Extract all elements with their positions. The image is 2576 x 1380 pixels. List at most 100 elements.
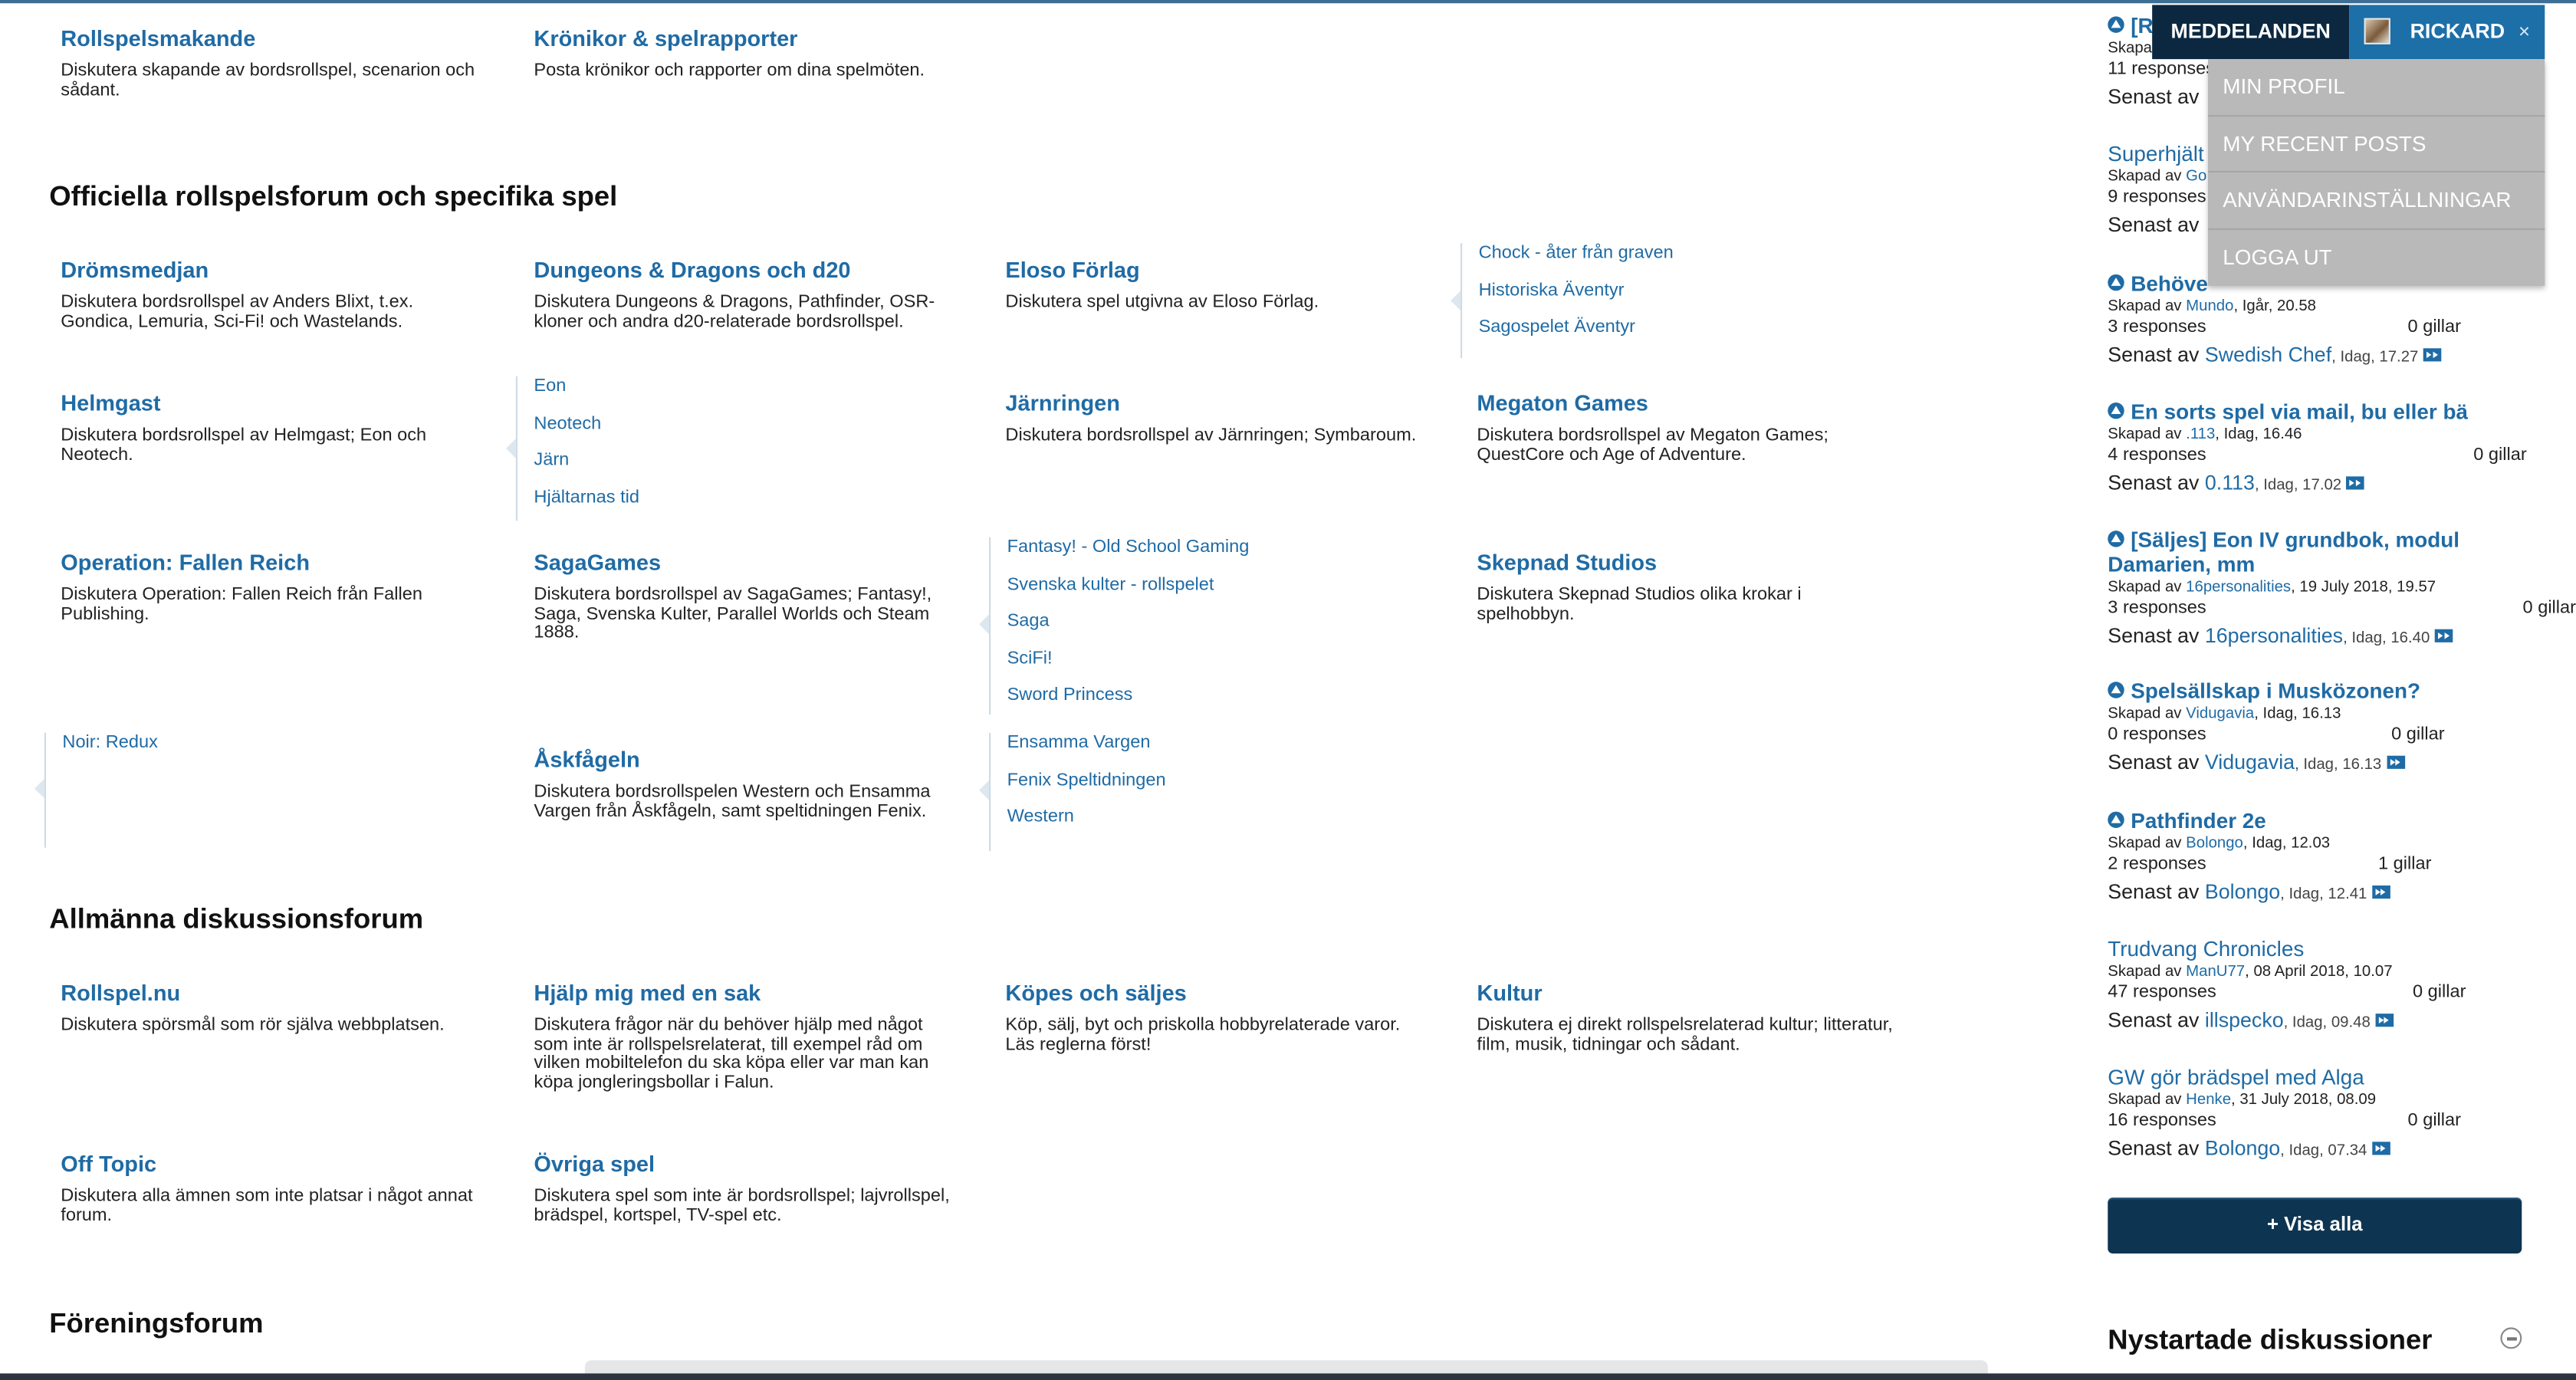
forum-card: Drömsmedjan Diskutera bordsrollspel av A… (61, 258, 479, 331)
thread-last-post: Senast av Vidugavia, Idag, 16.13 (2108, 749, 2526, 779)
thread-meta: Skapad av Bolongo, Idag, 12.03 (2108, 834, 2331, 853)
forum-title-link[interactable]: Kultur (1477, 981, 1895, 1007)
menu-item-profile[interactable]: MIN PROFIL (2208, 59, 2545, 117)
subforum-link[interactable]: Noir: Redux (62, 733, 157, 770)
jump-to-last-icon[interactable] (2434, 629, 2453, 642)
thread-responses: 3 responses (2108, 598, 2206, 618)
subforum-link[interactable]: Hjältarnas tid (534, 487, 639, 524)
thread-author-link[interactable]: Bolongo (2186, 835, 2243, 853)
thread-author-link[interactable]: Mundo (2186, 297, 2233, 316)
thread-last-post: Senast av 16personalities, Idag, 16.40 (2108, 623, 2526, 652)
user-menu-button[interactable]: RICKARD × (2349, 5, 2545, 60)
close-icon[interactable]: × (2518, 5, 2530, 59)
last-poster-link[interactable]: Bolongo (2205, 881, 2280, 904)
subforum-link[interactable]: SciFi! (1007, 648, 1250, 685)
forum-card: Hjälp mig med en sak Diskutera frågor nä… (534, 981, 952, 1092)
thread-stats: 16 responses 0 gillar (2108, 1111, 2526, 1132)
pin-icon (2108, 274, 2124, 291)
jump-to-last-icon[interactable] (2423, 348, 2442, 362)
subforum-link[interactable]: Neotech (534, 413, 639, 450)
thread-likes: 0 gillar (2407, 1110, 2461, 1131)
forum-title-link[interactable]: Rollspelsmakande (61, 26, 479, 52)
forum-title-link[interactable]: Drömsmedjan (61, 258, 479, 284)
subforum-link[interactable]: Chock - åter från graven (1479, 243, 1674, 280)
thread-last-post: Senast av 0.113, Idag, 17.02 (2108, 470, 2526, 500)
last-poster-link[interactable]: Swedish Chef (2205, 343, 2331, 366)
forum-title-link[interactable]: Helmgast (61, 391, 479, 417)
horizontal-scrollbar[interactable] (584, 1360, 1988, 1374)
forum-card: Helmgast Diskutera bordsrollspel av Helm… (61, 391, 479, 465)
subforum-link[interactable]: Eon (534, 376, 639, 413)
jump-to-last-icon[interactable] (2386, 755, 2405, 769)
subforum-link[interactable]: Fantasy! - Old School Gaming (1007, 537, 1250, 574)
user-navigation: MEDDELANDEN RICKARD × (2152, 5, 2545, 60)
thread-author-link[interactable]: Henke (2186, 1091, 2231, 1109)
forum-title-link[interactable]: Järnringen (1005, 391, 1424, 417)
subforum-link[interactable]: Historiska Äventyr (1479, 280, 1674, 317)
thread-author-link[interactable]: 16personalities (2186, 578, 2291, 596)
subforum-link[interactable]: Ensamma Vargen (1007, 733, 1166, 770)
forum-card: Järnringen Diskutera bordsrollspel av Jä… (1005, 391, 1424, 446)
last-poster-link[interactable]: illspecko (2205, 1009, 2284, 1032)
thread-title-link[interactable]: En sorts spel via mail, bu eller bä (2108, 399, 2526, 424)
thread-title-link[interactable]: Spelsällskap i Musközonen? (2108, 678, 2526, 703)
last-poster-link[interactable]: Bolongo (2205, 1137, 2280, 1160)
jump-to-last-icon[interactable] (2375, 1014, 2394, 1027)
forum-description: Diskutera bordsrollspel av Anders Blixt,… (61, 292, 414, 331)
thread-title-link[interactable]: GW gör brädspel med Alga (2108, 1065, 2526, 1089)
section-heading-general: Allmänna diskussionsforum (49, 903, 424, 935)
thread-title-link[interactable]: Pathfinder 2e (2108, 808, 2526, 833)
notifications-button[interactable]: MEDDELANDEN (2152, 5, 2350, 60)
thread-likes: 1 gillar (2377, 854, 2432, 874)
thread-author-link[interactable]: ManU77 (2186, 963, 2245, 981)
thread-meta: Skapad av Vidugavia, Idag, 16.13 (2108, 705, 2341, 723)
subforum-link[interactable]: Western (1007, 807, 1166, 843)
show-all-button[interactable]: + Visa alla (2108, 1198, 2522, 1254)
forum-title-link[interactable]: Hjälp mig med en sak (534, 981, 952, 1007)
thread-author-link[interactable]: .113 (2186, 426, 2215, 444)
forum-title-link[interactable]: Dungeons & Dragons och d20 (534, 258, 952, 284)
forum-title-link[interactable]: Åskfågeln (534, 748, 952, 774)
last-poster-link[interactable]: 0.113 (2205, 472, 2255, 495)
subforum-link[interactable]: Saga (1007, 611, 1250, 648)
thread-author-link[interactable]: Vidugavia (2186, 705, 2254, 723)
collapse-icon[interactable] (2500, 1327, 2522, 1349)
subforum-link[interactable]: Svenska kulter - rollspelet (1007, 574, 1250, 611)
menu-item-recent-posts[interactable]: MY RECENT POSTS (2208, 116, 2545, 172)
thread-responses: 2 responses (2108, 854, 2206, 874)
forum-title-link[interactable]: Operation: Fallen Reich (61, 550, 479, 577)
last-poster-link[interactable]: 16personalities (2205, 624, 2343, 647)
forum-title-link[interactable]: Rollspel.nu (61, 981, 479, 1007)
thread-responses: 16 responses (2108, 1110, 2216, 1131)
last-poster-link[interactable]: Vidugavia (2205, 751, 2295, 774)
jump-to-last-icon[interactable] (2346, 476, 2365, 490)
forum-description: Posta krönikor och rapporter om dina spe… (534, 61, 925, 80)
forum-title-link[interactable]: Skepnad Studios (1477, 550, 1895, 577)
subforum-link[interactable]: Sagospelet Äventyr (1479, 317, 1674, 354)
forum-title-link[interactable]: Megaton Games (1477, 391, 1895, 417)
subforum-link[interactable]: Fenix Speltidningen (1007, 770, 1166, 807)
thread-author-link[interactable]: Go (2186, 168, 2206, 186)
forum-description: Diskutera Operation: Fallen Reich från F… (61, 584, 422, 624)
subforum-link[interactable]: Järn (534, 450, 639, 487)
forum-title-link[interactable]: Övriga spel (534, 1152, 952, 1178)
jump-to-last-icon[interactable] (2371, 1142, 2390, 1155)
forum-title-link[interactable]: Eloso Förlag (1005, 258, 1424, 284)
thread-item: GW gör brädspel med Alga Skapad av Henke… (2108, 1065, 2526, 1165)
subforum-link[interactable]: Sword Princess (1007, 685, 1250, 722)
thread-meta: Skapad av .113, Idag, 16.46 (2108, 426, 2302, 444)
forum-card: Dungeons & Dragons och d20 Diskutera Dun… (534, 258, 952, 331)
thread-responses: 9 responses (2108, 187, 2206, 207)
menu-item-user-settings[interactable]: ANVÄNDARINSTÄLLNINGAR (2208, 172, 2545, 229)
forum-description: Diskutera spörsmål som rör själva webbpl… (61, 1015, 445, 1035)
forum-title-link[interactable]: Off Topic (61, 1152, 479, 1178)
menu-item-logout[interactable]: LOGGA UT (2208, 229, 2545, 286)
jump-to-last-icon[interactable] (2371, 886, 2390, 899)
thread-likes: 0 gillar (2412, 982, 2466, 1003)
forum-title-link[interactable]: Krönikor & spelrapporter (534, 26, 952, 52)
forum-title-link[interactable]: Köpes och säljes (1005, 981, 1424, 1007)
thread-item: Pathfinder 2e Skapad av Bolongo, Idag, 1… (2108, 808, 2526, 909)
forum-title-link[interactable]: SagaGames (534, 550, 952, 577)
thread-title-link[interactable]: [Säljes] Eon IV grundbok, modul Damarien… (2108, 527, 2526, 577)
thread-title-link[interactable]: Trudvang Chronicles (2108, 936, 2526, 961)
